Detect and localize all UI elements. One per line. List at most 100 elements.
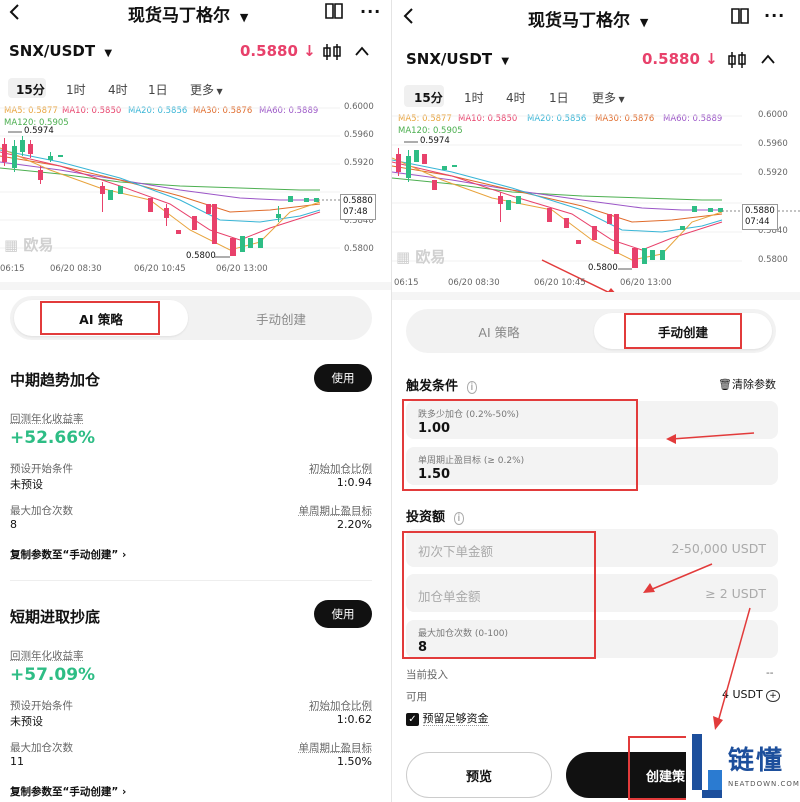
y-tick: 0.5800 [758, 255, 788, 265]
add-funds-icon[interactable]: + [766, 690, 780, 702]
caret-down-icon: ▼ [616, 95, 625, 104]
info-icon[interactable]: i [466, 381, 478, 394]
page-title[interactable]: 现货马丁格尔 ▼ [528, 6, 648, 31]
ratio-label: 初始加仓比例 [309, 463, 372, 475]
brand-logo-icon [692, 734, 722, 798]
page-title[interactable]: 现货马丁格尔 ▼ [128, 1, 248, 26]
caret-down-icon: ▼ [104, 48, 113, 59]
checkmark-icon: ✓ [406, 713, 419, 726]
tf-4h[interactable]: 4时 [108, 81, 128, 98]
panel-divider [391, 0, 392, 802]
max-add-label: 最大加仓次数 [10, 505, 73, 517]
use-button[interactable]: 使用 [314, 600, 372, 628]
kline-chart[interactable]: MA5: 0.5877 MA10: 0.5850 MA20: 0.5856 MA… [392, 108, 800, 292]
annotation-arrow [643, 563, 713, 593]
return-value: +52.66% [10, 428, 96, 448]
tf-more[interactable]: 更多 ▼ [190, 81, 223, 98]
available-label: 可用 [406, 691, 427, 703]
trigger-title-text: 触发条件 [406, 379, 459, 394]
x-tick: 06:15 [394, 278, 419, 288]
tf-1h[interactable]: 1时 [66, 81, 86, 98]
price-tag-value: 0.5880 [745, 206, 775, 216]
caret-down-icon: ▼ [214, 87, 223, 96]
okx-grid-icon: ▦ [396, 248, 411, 266]
ratio-label: 初始加仓比例 [309, 700, 372, 712]
book-icon[interactable] [730, 7, 750, 28]
tf-4h[interactable]: 4时 [506, 89, 526, 106]
collapse-chevron-icon[interactable] [354, 45, 370, 60]
okx-grid-icon: ▦ [4, 236, 19, 254]
annotation-box [624, 313, 742, 349]
last-price: 0.5880 ↓ [240, 42, 316, 60]
copy-params-link[interactable]: 复制参数至“手动创建” › [10, 547, 126, 562]
y-tick: 0.6000 [344, 102, 374, 112]
back-icon[interactable] [402, 6, 416, 29]
back-icon[interactable] [8, 2, 22, 27]
divider [0, 282, 392, 290]
chevron-right-icon: › [118, 786, 127, 798]
tp-value: 2.20% [337, 518, 372, 531]
left-screenshot: 现货马丁格尔 ▼ ··· SNX/USDT ▼ 0.5880 ↓ 15分 1时 … [0, 0, 392, 802]
tab-manual-create[interactable]: 手动创建 [194, 300, 368, 336]
pair-selector[interactable]: SNX/USDT ▼ [406, 50, 509, 68]
annotation-arrow [713, 607, 751, 730]
more-icon[interactable]: ··· [764, 6, 785, 25]
more-icon[interactable]: ··· [360, 2, 381, 21]
x-tick: 06/20 08:30 [448, 278, 500, 288]
y-tick: 0.5920 [758, 168, 788, 178]
tf-more-label: 更多 [190, 83, 215, 97]
x-tick: 06/20 13:00 [620, 278, 672, 288]
y-tick: 0.6000 [758, 110, 788, 120]
y-tick: 0.5960 [344, 130, 374, 140]
tf-1d[interactable]: 1日 [549, 89, 569, 106]
down-arrow-icon: ↓ [705, 50, 718, 68]
copy-params-link[interactable]: 复制参数至“手动创建” › [10, 784, 126, 799]
candlestick-icon[interactable] [322, 42, 342, 65]
pair-selector[interactable]: SNX/USDT ▼ [9, 42, 112, 60]
chevron-right-icon: › [118, 549, 127, 561]
ratio-value: 1:0.94 [336, 476, 372, 489]
price-tag: 0.5880 07:48 [340, 194, 376, 220]
countdown: 07:48 [343, 207, 368, 217]
preview-button[interactable]: 预览 [406, 752, 552, 798]
tab-ai-strategy[interactable]: AI 策略 [410, 313, 588, 349]
reserve-funds-label: 预留足够资金 [422, 712, 489, 726]
clear-params-button[interactable]: 🗑清除参数 [718, 376, 776, 392]
invest-title-text: 投资额 [406, 510, 446, 525]
info-icon[interactable]: i [453, 512, 465, 525]
x-tick: 06/20 13:00 [216, 264, 268, 274]
copy-params-text: 复制参数至“手动创建” [10, 786, 119, 798]
strategy-title: 短期进取抄底 [10, 608, 101, 626]
start-cond-value: 未预设 [10, 478, 43, 491]
tf-1d[interactable]: 1日 [148, 81, 168, 98]
current-invest-label: 当前投入 [406, 669, 448, 681]
candlestick-icon[interactable] [727, 50, 747, 73]
last-price-value: 0.5880 [240, 42, 298, 60]
low-label: 0.5800 [186, 251, 216, 261]
collapse-chevron-icon[interactable] [760, 53, 776, 68]
start-cond-label: 预设开始条件 [10, 700, 73, 712]
watermark-logo: ▦ 欧易 [396, 246, 445, 267]
watermark-text: 欧易 [415, 248, 446, 266]
caret-down-icon: ▼ [239, 11, 249, 24]
invest-section-title: 投资额 i [406, 506, 465, 525]
tp-value: 1.50% [337, 755, 372, 768]
annotation-box [628, 736, 688, 800]
x-tick: 06/20 10:45 [134, 264, 186, 274]
copy-params-text: 复制参数至“手动创建” [10, 549, 119, 561]
high-label: 0.5974 [24, 126, 54, 136]
tf-more[interactable]: 更多 ▼ [592, 89, 625, 106]
reserve-funds-checkbox[interactable]: ✓ 预留足够资金 [406, 710, 489, 726]
use-button[interactable]: 使用 [314, 364, 372, 392]
tf-more-label: 更多 [592, 91, 617, 105]
tf-15m[interactable]: 15分 [16, 81, 45, 98]
ratio-value: 1:0.62 [336, 713, 372, 726]
tf-15m[interactable]: 15分 [414, 89, 443, 106]
y-tick: 0.5920 [344, 158, 374, 168]
kline-chart[interactable]: MA5: 0.5877 MA10: 0.5850 MA20: 0.5856 MA… [0, 100, 392, 280]
book-icon[interactable] [324, 2, 344, 23]
start-cond-label: 预设开始条件 [10, 463, 73, 475]
pair-name: SNX/USDT [9, 42, 96, 60]
high-label: 0.5974 [420, 136, 450, 146]
tf-1h[interactable]: 1时 [464, 89, 484, 106]
